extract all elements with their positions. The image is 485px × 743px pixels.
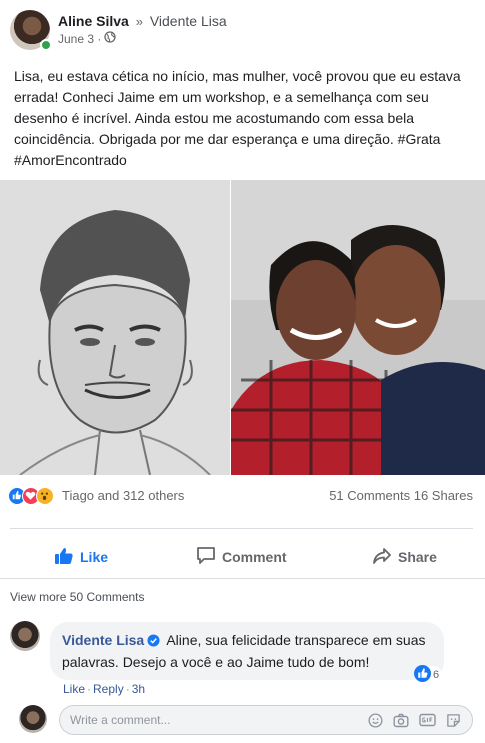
engagement-counts: 51 Comments 16 Shares xyxy=(329,488,473,503)
comment-label: Comment xyxy=(222,549,287,565)
camera-icon[interactable] xyxy=(392,711,410,729)
comment-meta: Like · Reply · 3h xyxy=(63,682,145,696)
composer-tools xyxy=(366,711,462,729)
globe-icon xyxy=(104,31,117,46)
commenter-avatar[interactable] xyxy=(10,621,40,651)
comment-reaction-count: 6 xyxy=(433,669,440,681)
share-arrow-icon xyxy=(372,547,392,568)
emoji-icon[interactable] xyxy=(366,711,384,729)
author-name[interactable]: Aline Silva xyxy=(58,13,129,29)
comment-reply-link[interactable]: Reply xyxy=(93,682,124,696)
meta-separator: · xyxy=(125,682,130,696)
author-line: Aline Silva » Vidente Lisa xyxy=(58,13,227,29)
post-target[interactable]: Vidente Lisa xyxy=(150,13,227,29)
comment-time[interactable]: 3h xyxy=(132,682,145,696)
divider xyxy=(10,528,473,529)
comment-input[interactable] xyxy=(70,706,350,734)
wow-reaction-icon xyxy=(36,487,54,505)
reaction-icons[interactable] xyxy=(8,486,64,506)
shares-count[interactable]: 16 Shares xyxy=(414,488,473,503)
like-label: Like xyxy=(80,549,109,565)
comment-bubble-icon xyxy=(196,546,216,568)
sketch-photo[interactable] xyxy=(0,180,230,475)
post-date[interactable]: June 3 · xyxy=(58,32,101,46)
couple-photo[interactable] xyxy=(231,180,485,475)
comment-bubble: Vidente Lisa Aline, sua felicidade trans… xyxy=(50,622,444,680)
like-reaction-icon xyxy=(414,665,431,685)
post-header: Aline Silva » Vidente Lisa June 3 · xyxy=(10,10,470,51)
post-actions: Like Comment Share xyxy=(0,541,485,573)
online-status-icon xyxy=(40,39,52,51)
share-button[interactable]: Share xyxy=(372,541,437,573)
comments-count[interactable]: 51 Comments xyxy=(329,488,410,503)
divider xyxy=(0,578,485,579)
sticker-icon[interactable] xyxy=(444,711,462,729)
gif-icon[interactable] xyxy=(418,711,436,729)
post-meta: June 3 · xyxy=(58,31,117,46)
comment-like-link[interactable]: Like xyxy=(63,682,85,696)
post-text: Lisa, eu estava cética no início, mas mu… xyxy=(14,68,461,168)
author-separator: » xyxy=(135,14,143,29)
verified-badge-icon xyxy=(147,632,160,652)
thumbs-up-icon xyxy=(54,547,74,568)
share-label: Share xyxy=(398,549,437,565)
comment-reaction-badge[interactable]: 6 xyxy=(414,665,443,685)
comment-button[interactable]: Comment xyxy=(196,541,287,573)
my-avatar xyxy=(19,705,47,733)
comment-author[interactable]: Vidente Lisa xyxy=(62,632,144,648)
reactions-bar: Tiago and 312 others 51 Comments 16 Shar… xyxy=(8,486,476,506)
view-more-comments-link[interactable]: View more 50 Comments xyxy=(10,590,145,604)
post-photos xyxy=(0,180,485,475)
reactions-summary[interactable]: Tiago and 312 others xyxy=(62,488,184,503)
meta-separator: · xyxy=(87,682,92,696)
like-button[interactable]: Like xyxy=(54,541,108,573)
comment-composer xyxy=(59,705,473,735)
